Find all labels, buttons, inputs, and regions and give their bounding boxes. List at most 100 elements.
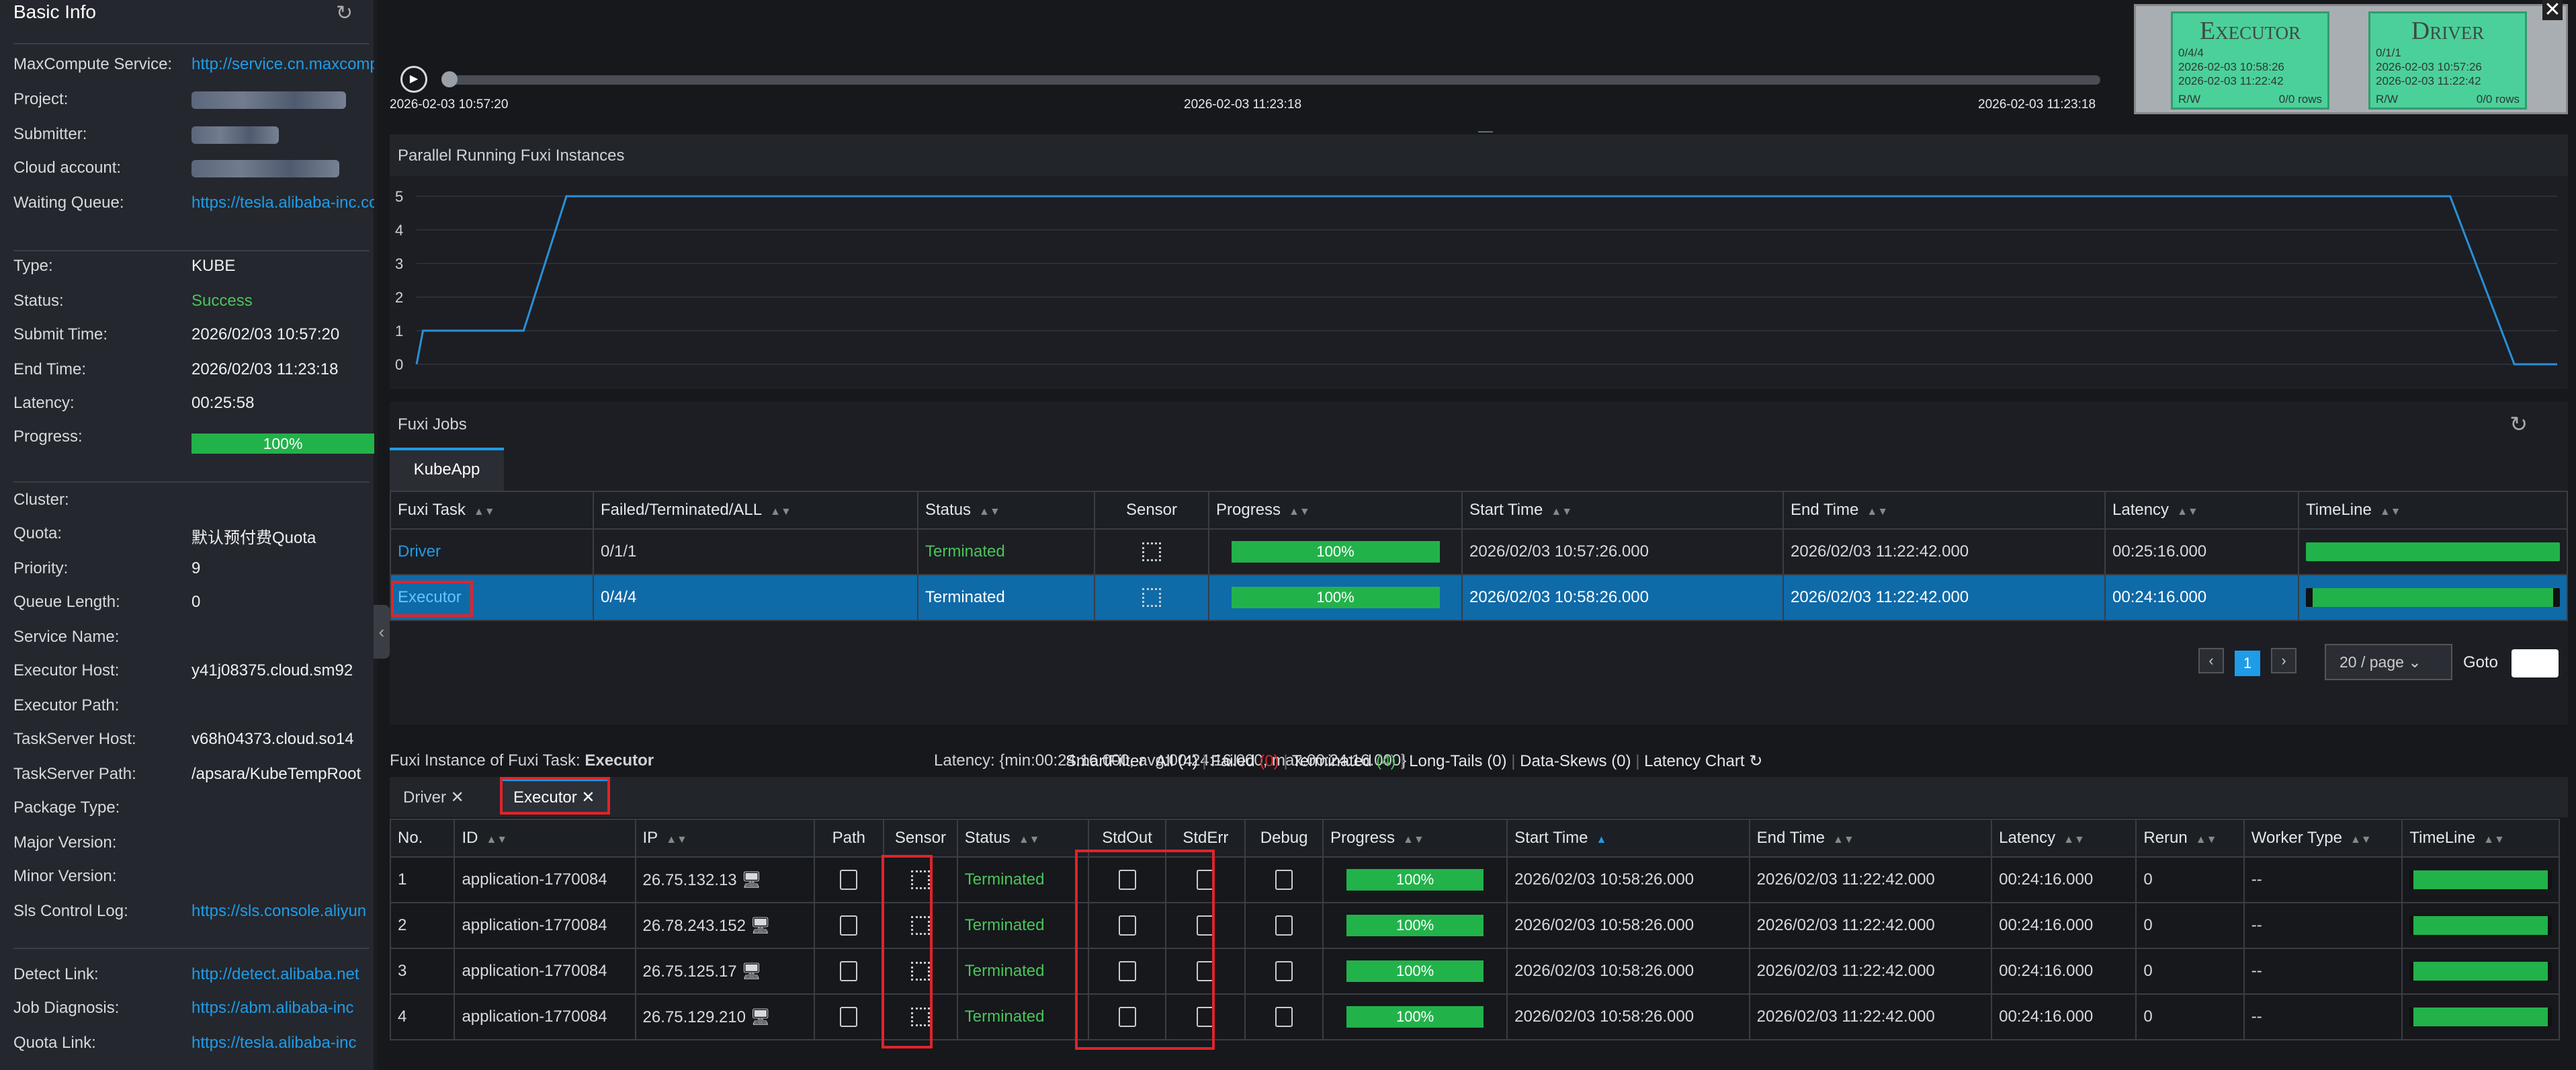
- refresh-icon[interactable]: ↻: [2509, 411, 2528, 437]
- sensor-icon[interactable]: [1142, 542, 1161, 562]
- filter-failed[interactable]: Failed (0): [1211, 752, 1279, 770]
- refresh-icon[interactable]: ↻: [336, 1, 353, 25]
- column-header[interactable]: Worker Type ▲▼: [2243, 819, 2403, 858]
- sort-icon[interactable]: ▲▼: [486, 834, 507, 846]
- field-value[interactable]: http://service.cn.maxcompute: [191, 55, 374, 74]
- sort-icon[interactable]: ▲▼: [770, 506, 791, 518]
- monitor-icon[interactable]: 🖥: [750, 917, 771, 935]
- close-minimap-icon[interactable]: ✕: [2542, 0, 2563, 20]
- instance-id[interactable]: application-1770084: [454, 993, 636, 1040]
- field-value[interactable]: https://sls.console.aliyun: [191, 902, 374, 921]
- sort-icon[interactable]: ▲▼: [1019, 834, 1040, 846]
- filter-data-skews[interactable]: Data-Skews (0): [1520, 752, 1631, 770]
- sort-icon[interactable]: ▲▼: [1289, 506, 1310, 518]
- column-header[interactable]: Sensor: [883, 819, 958, 858]
- sort-icon[interactable]: ▲▼: [2350, 834, 2372, 846]
- timeline-bar[interactable]: [2409, 870, 2552, 889]
- sort-icon[interactable]: ▲▼: [2196, 834, 2217, 846]
- sort-icon[interactable]: ▲▼: [2063, 834, 2085, 846]
- timeline-bar[interactable]: [2306, 588, 2560, 607]
- field-value[interactable]: https://tesla.alibaba-inc: [191, 1034, 374, 1053]
- minimap-driver-node[interactable]: Driver 0/1/1 2026-02-03 10:57:26 2026-02…: [2368, 11, 2527, 110]
- monitor-icon[interactable]: 🖥: [741, 871, 761, 889]
- column-header[interactable]: End Time ▲▼: [1748, 819, 1993, 858]
- field-value[interactable]: https://abm.alibaba-inc: [191, 999, 374, 1018]
- sort-icon[interactable]: ▲▼: [1833, 834, 1854, 846]
- sort-icon[interactable]: ▲▼: [1866, 506, 1888, 518]
- table-row[interactable]: Driver 0/1/1 Terminated 100% 2026/02/03 10:5…: [390, 528, 2568, 575]
- timeline-bar[interactable]: [2306, 542, 2560, 561]
- column-header[interactable]: ID ▲▼: [454, 819, 636, 858]
- instance-id[interactable]: application-1770084: [454, 856, 636, 903]
- debug-log-icon[interactable]: [1275, 1007, 1293, 1027]
- column-header[interactable]: Progress ▲▼: [1208, 491, 1463, 530]
- monitor-icon[interactable]: 🖥: [750, 1008, 771, 1026]
- column-header[interactable]: IP ▲▼: [634, 819, 815, 858]
- sensor-icon[interactable]: [1142, 588, 1161, 608]
- path-save-icon[interactable]: [840, 961, 858, 981]
- field-value[interactable]: https://tesla.alibaba-inc.com: [191, 194, 374, 212]
- debug-log-icon[interactable]: [1275, 870, 1293, 890]
- close-icon[interactable]: ✕: [451, 788, 464, 807]
- timeline-bar[interactable]: [2409, 962, 2552, 981]
- page-1-button[interactable]: 1: [2235, 651, 2260, 676]
- fuxi-task-link[interactable]: Driver: [398, 542, 441, 561]
- filter-terminated[interactable]: Terminated (4): [1292, 752, 1396, 770]
- column-header[interactable]: No.: [389, 819, 456, 858]
- column-header[interactable]: Failed/Terminated/ALL ▲▼: [593, 491, 918, 530]
- column-header[interactable]: Fuxi Task ▲▼: [390, 491, 594, 530]
- latency-chart-link[interactable]: Latency Chart: [1644, 752, 1744, 770]
- sort-icon[interactable]: ▲▼: [1551, 506, 1572, 518]
- timeline-bar[interactable]: [2409, 1007, 2552, 1026]
- page-size-select[interactable]: 20 / page ⌄: [2325, 644, 2452, 680]
- column-header[interactable]: Status ▲▼: [917, 491, 1095, 530]
- sort-icon[interactable]: ▲▼: [2380, 506, 2401, 518]
- column-header[interactable]: Sensor: [1094, 491, 1209, 530]
- column-header[interactable]: Start Time ▲▼: [1461, 491, 1784, 530]
- play-button[interactable]: ▶: [400, 66, 427, 93]
- sort-icon[interactable]: ▲▼: [979, 506, 1000, 518]
- collapse-sidebar-button[interactable]: ‹: [374, 605, 390, 659]
- instance-id[interactable]: application-1770084: [454, 902, 636, 949]
- path-save-icon[interactable]: [840, 915, 858, 936]
- sort-icon[interactable]: ▲▼: [474, 506, 495, 518]
- instance-id[interactable]: application-1770084: [454, 948, 636, 995]
- timeline-slider-handle[interactable]: [441, 71, 458, 87]
- column-header[interactable]: TimeLine ▲▼: [2401, 819, 2560, 858]
- filter-long-tails[interactable]: Long-Tails (0): [1409, 752, 1506, 770]
- refresh-icon[interactable]: ↻: [1749, 752, 1762, 770]
- tab-kubeapp[interactable]: KubeApp: [390, 448, 504, 491]
- column-header[interactable]: Start Time ▲: [1506, 819, 1750, 858]
- filter-all[interactable]: All (4): [1156, 752, 1198, 770]
- column-header[interactable]: End Time ▲▼: [1783, 491, 2106, 530]
- column-header[interactable]: Rerun ▲▼: [2135, 819, 2245, 858]
- column-header[interactable]: Progress ▲▼: [1322, 819, 1508, 858]
- table-row[interactable]: 4 application-1770084 26.75.129.210 🖥 Termi…: [389, 993, 2560, 1040]
- timeline-slider[interactable]: [443, 75, 2100, 85]
- path-save-icon[interactable]: [840, 1007, 858, 1027]
- column-header[interactable]: Latency ▲▼: [2104, 491, 2299, 530]
- goto-input[interactable]: [2511, 649, 2559, 677]
- table-row[interactable]: 1 application-1770084 26.75.132.13 🖥 Termin…: [389, 856, 2560, 903]
- table-row[interactable]: 2 application-1770084 26.78.243.152 🖥 Termi…: [389, 902, 2560, 949]
- column-header[interactable]: TimeLine ▲▼: [2298, 491, 2568, 530]
- column-header[interactable]: Status ▲▼: [956, 819, 1089, 858]
- field-value[interactable]: http://detect.alibaba.net: [191, 965, 374, 984]
- sort-icon[interactable]: ▲▼: [2177, 506, 2198, 518]
- column-header[interactable]: Debug: [1244, 819, 1324, 858]
- column-header[interactable]: Path: [813, 819, 885, 858]
- monitor-icon[interactable]: 🖥: [741, 962, 761, 981]
- table-row[interactable]: Executor 0/4/4 Terminated 100% 2026/02/03 10…: [390, 574, 2568, 621]
- tab-driver[interactable]: Driver ✕: [390, 781, 478, 814]
- table-row[interactable]: 3 application-1770084 26.75.125.17 🖥 Termin…: [389, 948, 2560, 995]
- prev-page-button[interactable]: ‹: [2198, 648, 2224, 673]
- minimap-executor-node[interactable]: Executor 0/4/4 2026-02-03 10:58:26 2026-…: [2171, 11, 2329, 110]
- sort-icon[interactable]: ▲▼: [1403, 834, 1424, 846]
- sort-icon[interactable]: ▲: [1596, 834, 1607, 846]
- column-header[interactable]: Latency ▲▼: [1991, 819, 2137, 858]
- debug-log-icon[interactable]: [1275, 961, 1293, 981]
- debug-log-icon[interactable]: [1275, 915, 1293, 936]
- sort-icon[interactable]: ▲▼: [666, 834, 687, 846]
- path-save-icon[interactable]: [840, 870, 858, 890]
- sort-icon[interactable]: ▲▼: [2483, 834, 2505, 846]
